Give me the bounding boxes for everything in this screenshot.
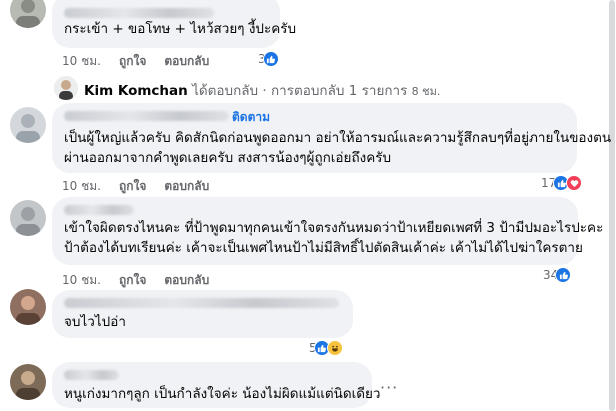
reaction-summary[interactable]: 17	[541, 175, 583, 191]
like-link[interactable]: ถูกใจ	[119, 52, 146, 71]
reply-link[interactable]: ตอบกลับ	[164, 271, 209, 290]
blurred-author-name	[64, 205, 134, 215]
comment-bubble: เข้าใจผิดตรงไหนคะ ที่ป้าพูดมาทุกคนเข้าใจ…	[52, 197, 603, 265]
blurred-author-name	[64, 8, 214, 18]
reaction-summary[interactable]: 5	[309, 340, 343, 356]
haha-reaction-icon	[326, 340, 343, 356]
avatar[interactable]	[10, 364, 46, 400]
love-reaction-icon	[566, 175, 583, 191]
like-reaction-icon	[555, 267, 572, 283]
avatar[interactable]	[10, 107, 46, 143]
scrollbar[interactable]	[608, 0, 616, 411]
comment-bubble: หนูเก่งมากๆลูก เป็นกำลังใจค่ะ น้องไม่ผิด…	[52, 362, 381, 408]
avatar[interactable]	[10, 200, 46, 236]
separator: ·	[262, 83, 267, 99]
blurred-author-name	[64, 370, 119, 380]
reply-link[interactable]: ตอบกลับ	[164, 52, 209, 71]
like-link[interactable]: ถูกใจ	[119, 177, 146, 196]
comment-text: ป้าต้องได้บทเรียนค่ะ เค้าจะเป็นเพศไหนป้า…	[64, 240, 583, 256]
avatar[interactable]	[10, 289, 46, 325]
comment-text: เป็นผู้ใหญ่แล้วครับ คิดสักนิดก่อนพูดออกม…	[64, 130, 612, 146]
avatar[interactable]	[10, 0, 46, 28]
scrollbar-thumb[interactable]	[609, 0, 615, 411]
reply-link[interactable]: ตอบกลับ	[164, 177, 209, 196]
comment-bubble: ติดตาม เป็นผู้ใหญ่แล้วครับ คิดสักนิดก่อน…	[52, 103, 611, 173]
comment-bubble: กระเข้า + ขอโทษ + ไหว้สวยๆ งี้ปะครับ	[52, 0, 296, 48]
like-reaction-icon	[262, 51, 279, 67]
comment-time[interactable]: 10 ชม.	[62, 271, 101, 290]
more-options-icon[interactable]: ···	[380, 378, 398, 397]
follow-button[interactable]: ติดตาม	[232, 108, 270, 127]
avatar[interactable]	[54, 76, 78, 100]
like-link[interactable]: ถูกใจ	[119, 271, 146, 290]
comment-time[interactable]: 10 ชม.	[62, 52, 101, 71]
reply-summary: การตอบกลับ 1 รายการ	[270, 83, 408, 99]
comment-bubble: จบไวไปอ่า	[52, 290, 353, 338]
reply-time: 8 ชม.	[411, 85, 441, 98]
comment-text: หนูเก่งมากๆลูก เป็นกำลังใจค่ะ น้องไม่ผิด…	[64, 386, 381, 402]
view-replies-link[interactable]: Kim Komchan ได้ตอบกลับ · การตอบกลับ 1 รา…	[84, 79, 440, 101]
reply-action: ได้ตอบกลับ	[192, 83, 259, 99]
comment-meta: 10 ชม. ถูกใจ ตอบกลับ	[62, 271, 227, 290]
reply-author: Kim Komchan	[84, 83, 188, 99]
comment-text: ผ่านออกมาจากคำพูดเลยครับ สงสารน้องๆผู้ถู…	[64, 150, 392, 166]
blurred-author-name	[64, 298, 339, 308]
comment-meta: 10 ชม. ถูกใจ ตอบกลับ	[62, 177, 227, 196]
comment-text: เข้าใจผิดตรงไหนคะ ที่ป้าพูดมาทุกคนเข้าใจ…	[64, 220, 604, 236]
blurred-author-name	[64, 111, 229, 121]
reaction-summary[interactable]: 34	[543, 267, 572, 283]
comment-meta: 10 ชม. ถูกใจ ตอบกลับ	[62, 52, 227, 71]
comment-time[interactable]: 10 ชม.	[62, 177, 101, 196]
reaction-summary[interactable]: 3	[258, 51, 279, 67]
comment-text: จบไวไปอ่า	[64, 314, 126, 330]
comment-text: กระเข้า + ขอโทษ + ไหว้สวยๆ งี้ปะครับ	[64, 21, 297, 37]
